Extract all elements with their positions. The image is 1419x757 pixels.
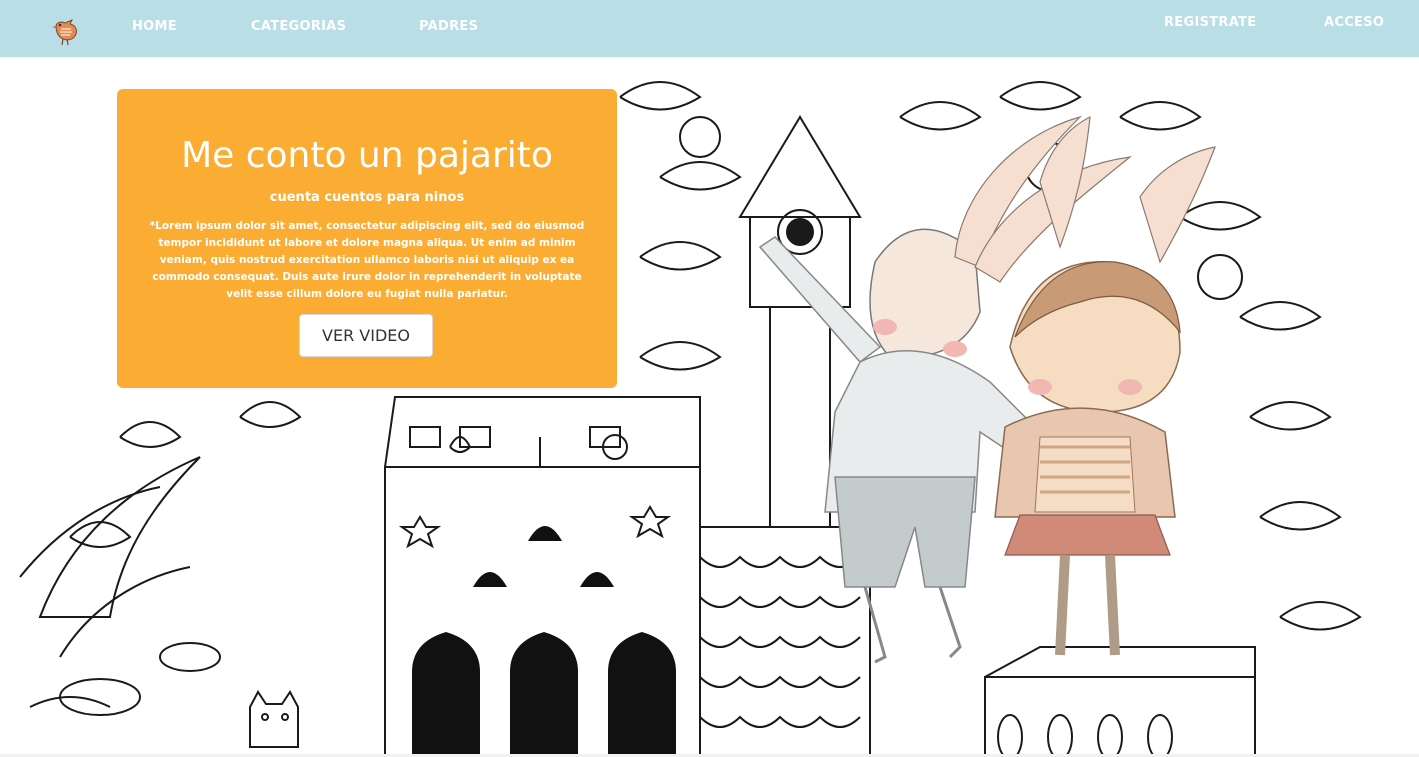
login-link[interactable]: ACCESO — [1324, 15, 1384, 30]
bird-logo-icon[interactable] — [48, 14, 82, 48]
nav-padres-link[interactable]: PADRES — [419, 19, 478, 34]
nav-home-link[interactable]: HOME — [132, 19, 177, 34]
nav-categorias-link[interactable]: CATEGORIAS — [251, 19, 346, 34]
hero-subtitle: cuenta cuentos para ninos — [269, 190, 465, 205]
top-navbar: HOME CATEGORIAS PADRES REGISTRATE ACCESO — [0, 0, 1419, 57]
hero-title: Me conto un pajarito — [181, 135, 553, 176]
hero-card: Me conto un pajarito cuenta cuentos para… — [117, 89, 617, 388]
hero-description: *Lorem ipsum dolor sit amet, consectetur… — [149, 220, 585, 300]
watch-video-button[interactable]: VER VIDEO — [299, 314, 433, 357]
register-link[interactable]: REGISTRATE — [1164, 15, 1256, 30]
